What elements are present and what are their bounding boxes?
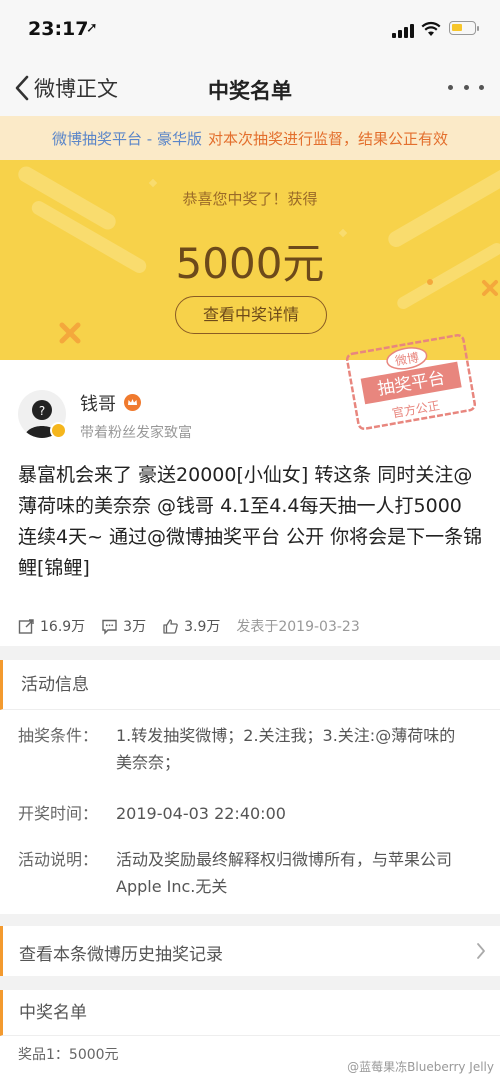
battery-icon: [449, 21, 476, 35]
thumbs-up-icon: [163, 618, 178, 634]
post-username[interactable]: 钱哥: [80, 390, 116, 416]
prize-greeting: 恭喜您中奖了！获得: [182, 190, 318, 208]
activity-info-title: 活动信息: [0, 660, 500, 710]
repost-icon: [18, 618, 34, 634]
svg-text:?: ?: [39, 404, 45, 418]
prize-row: 奖品1：5000元: [18, 1047, 119, 1063]
winners-section: 中奖名单 奖品1：5000元 @蓝莓果冻Blueberry Jelly: [0, 990, 500, 1083]
prize-amount: 5000元: [175, 239, 325, 288]
signal-icon: [392, 24, 416, 38]
prize-card: 恭喜您中奖了！获得 5000元 查看中奖详情: [0, 160, 500, 360]
activity-notes-value: 活动及奖励最终解释权归微博所有，与苹果公司Apple Inc.无关: [116, 850, 453, 896]
draw-conditions-label: 抽奖条件：: [18, 726, 99, 745]
banner-platform-link[interactable]: 微博抽奖平台 - 豪华版: [52, 128, 202, 149]
activity-notes-row: 活动说明： 活动及奖励最终解释权归微博所有，与苹果公司Apple Inc.无关: [18, 846, 482, 902]
more-icon[interactable]: [448, 85, 484, 93]
repost-button[interactable]: 16.9万: [18, 616, 85, 636]
like-button[interactable]: 3.9万: [162, 616, 220, 636]
like-count: 3.9万: [184, 619, 221, 635]
chevron-right-icon: [477, 943, 485, 959]
activity-info-section: 活动信息 抽奖条件： 1.转发抽奖微博；2.关注我；3.关注:@薄荷味的美奈奈；…: [0, 660, 500, 914]
draw-conditions-row: 抽奖条件： 1.转发抽奖微博；2.关注我；3.关注:@薄荷味的美奈奈；: [18, 722, 482, 778]
wifi-icon: [421, 21, 441, 36]
status-time: 23:17: [28, 18, 89, 40]
lottery-history-link[interactable]: 查看本条微博历史抽奖记录: [0, 926, 500, 976]
comment-count: 3万: [123, 619, 147, 635]
draw-conditions-value: 1.转发抽奖微博；2.关注我；3.关注:@薄荷味的美奈奈；: [116, 726, 456, 772]
banner-text: 对本次抽奖进行监督，结果公正有效: [207, 129, 448, 148]
comment-button[interactable]: 3万: [101, 616, 146, 636]
status-bar: 23:17 ➚: [0, 0, 500, 60]
nav-bar: 微博正文 中奖名单: [0, 60, 500, 116]
location-arrow-icon: ➚: [86, 20, 98, 36]
page-title: 中奖名单: [208, 79, 292, 103]
post-timestamp: 发表于2019-03-23: [236, 619, 360, 635]
lottery-history-label: 查看本条微博历史抽奖记录: [19, 945, 223, 965]
draw-time-value: 2019-04-03 22:40:00: [116, 804, 286, 823]
verified-badge-icon: [50, 422, 67, 439]
platform-banner: 微博抽奖平台 - 豪华版 对本次抽奖进行监督，结果公正有效: [0, 116, 500, 160]
comment-icon: [102, 619, 117, 635]
winners-title: 中奖名单: [0, 990, 500, 1036]
crown-icon: [124, 394, 141, 411]
watermark: @蓝莓果冻Blueberry Jelly: [347, 1060, 494, 1074]
draw-time-row: 开奖时间： 2019-04-03 22:40:00: [18, 800, 482, 828]
user-description: 带着粉丝发家致富: [80, 425, 192, 441]
repost-count: 16.9万: [40, 619, 86, 635]
activity-notes-label: 活动说明：: [18, 850, 99, 869]
post-actions: 16.9万 3万 3.9万 发表于2019-03-23: [18, 616, 360, 636]
draw-time-label: 开奖时间：: [18, 804, 99, 823]
post-text: 暴富机会来了 豪送20000[小仙女] 转这条 同时关注@薄荷味的美奈奈 @钱哥…: [18, 464, 483, 579]
view-prize-details-button[interactable]: 查看中奖详情: [175, 296, 327, 334]
